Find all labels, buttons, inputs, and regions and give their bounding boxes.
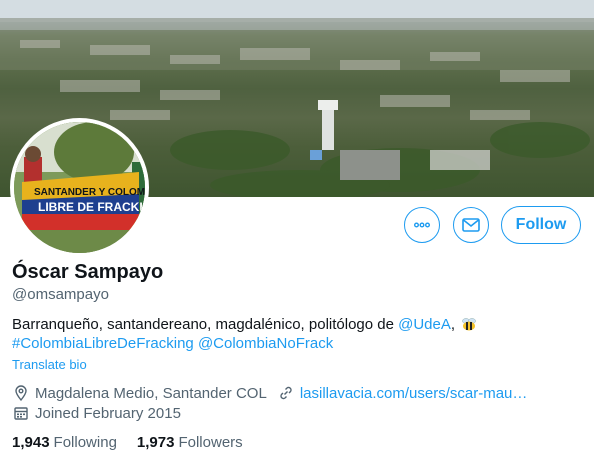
bio-comma: ,: [450, 316, 456, 333]
followers-stat[interactable]: 1,973 Followers: [137, 434, 243, 451]
profile-stats: 1,943 Following 1,973 Followers: [12, 434, 243, 451]
profile-joined-date: Joined February 2015: [35, 404, 181, 422]
bio-mention-udea[interactable]: @UdeA: [398, 316, 451, 333]
profile-handle: @omsampayo: [12, 286, 109, 303]
following-stat[interactable]: 1,943 Following: [12, 434, 117, 451]
bio-hashtag[interactable]: #ColombiaLibreDeFracking: [12, 335, 194, 352]
calendar-icon: [14, 407, 28, 420]
profile-meta-line-1: Magdalena Medio, Santander COL lasillava…: [12, 384, 527, 402]
profile-avatar[interactable]: SANTANDER Y COLOMBIA LIBRE DE FRACKING: [10, 118, 149, 257]
followers-count: 1,973: [136, 434, 175, 451]
svg-text:SANTANDER Y COLOMBIA: SANTANDER Y COLOMBIA: [34, 187, 145, 198]
mail-icon: [462, 218, 480, 232]
bio-mention-colombianofrack[interactable]: @ColombiaNoFrack: [198, 335, 333, 352]
translate-bio-link[interactable]: Translate bio: [12, 357, 87, 372]
link-icon: [280, 386, 292, 400]
following-count: 1,943: [12, 434, 50, 451]
svg-text:LIBRE DE FRACKING: LIBRE DE FRACKING: [38, 200, 145, 214]
profile-bio: Barranqueño, santandereano, magdalénico,…: [12, 315, 582, 353]
location-pin-icon: [15, 385, 27, 402]
profile-meta-line-2: Joined February 2015: [12, 404, 181, 422]
following-label: Following: [53, 434, 117, 451]
more-button[interactable]: [404, 207, 440, 243]
follow-button[interactable]: Follow: [501, 206, 581, 244]
profile-name: Óscar Sampayo: [12, 261, 164, 283]
bio-text: Barranqueño, santandereano, magdalénico,…: [12, 316, 394, 333]
followers-label: Followers: [178, 434, 243, 451]
profile-website-link[interactable]: lasillavacia.com/users/scar-mau…: [300, 385, 528, 402]
avatar-photo-icon: SANTANDER Y COLOMBIA LIBRE DE FRACKING: [14, 122, 145, 253]
profile-location: Magdalena Medio, Santander COL: [35, 384, 267, 402]
message-button[interactable]: [453, 207, 489, 243]
more-dots-icon: [414, 222, 430, 228]
bee-emoji-icon: [462, 318, 476, 331]
